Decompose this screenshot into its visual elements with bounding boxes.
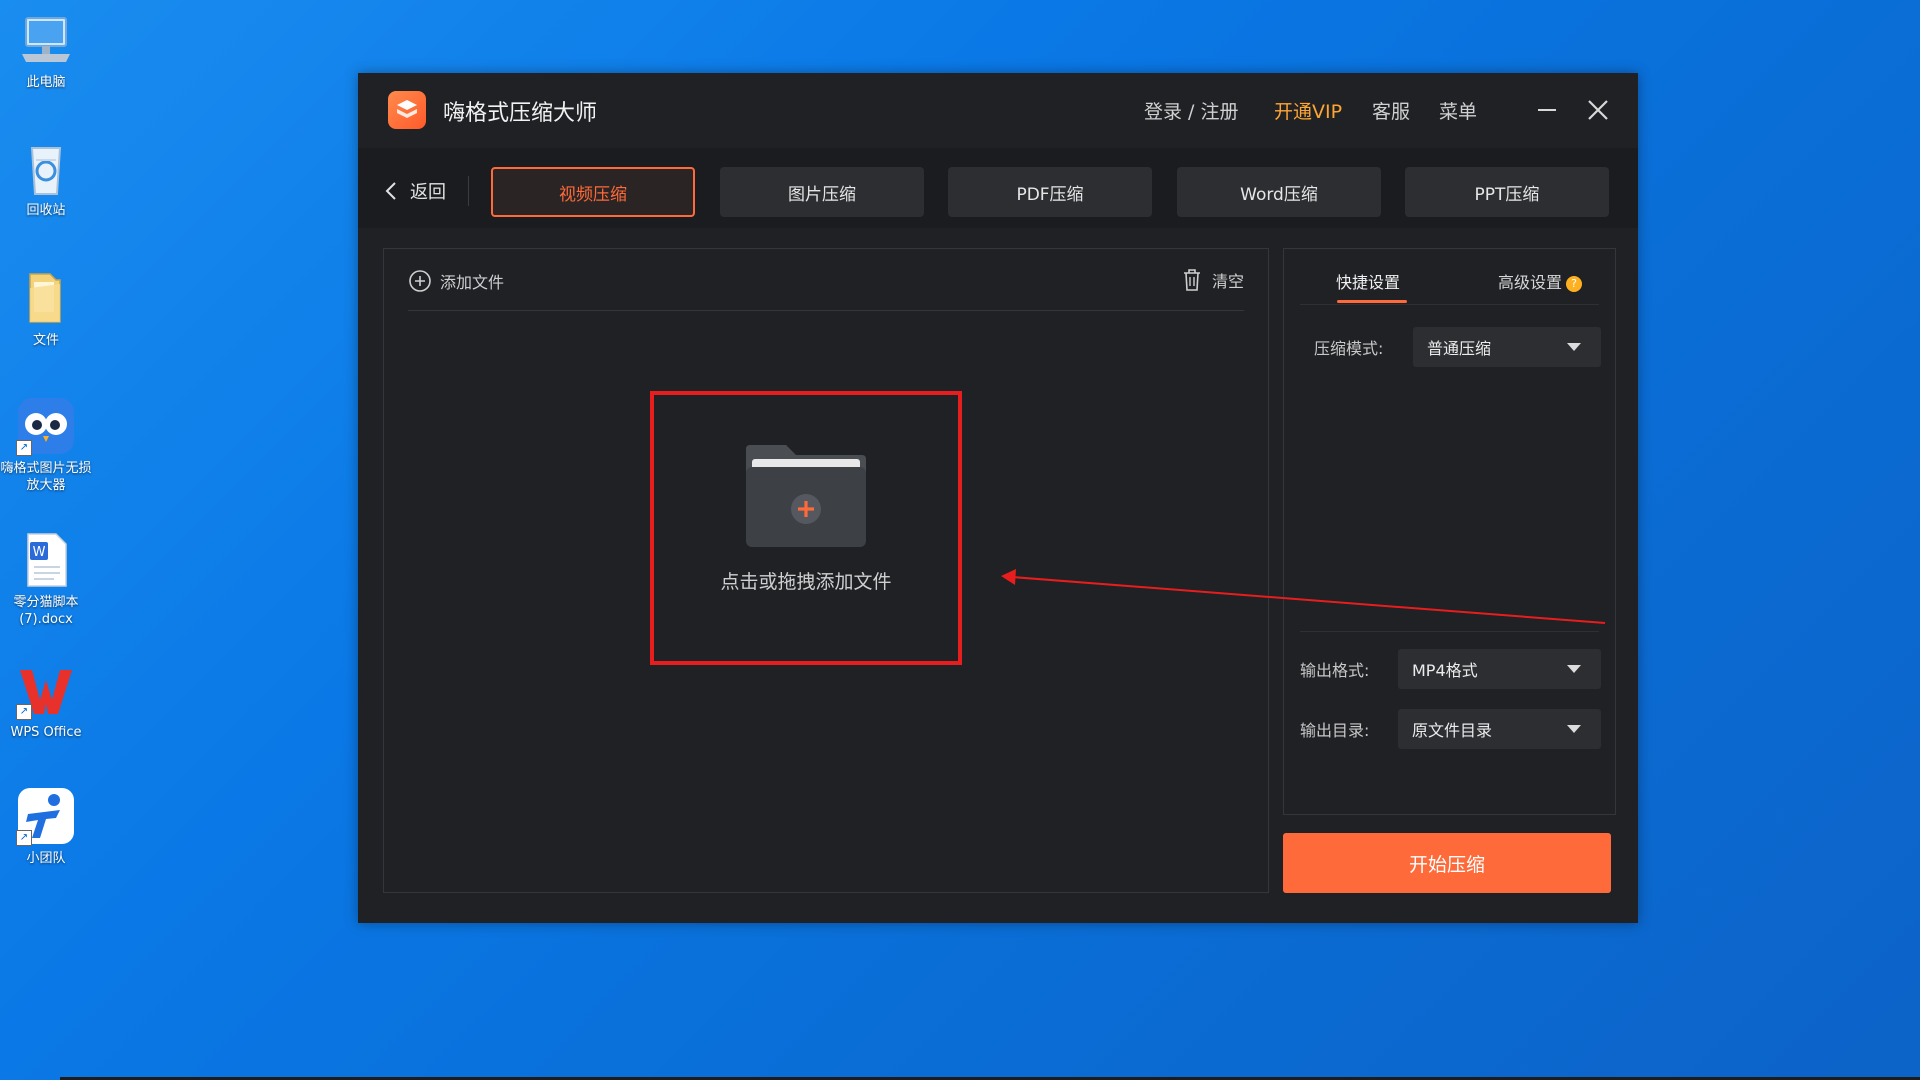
tab-video-compress[interactable]: 视频压缩 bbox=[491, 167, 695, 217]
computer-icon bbox=[16, 10, 76, 70]
back-label: 返回 bbox=[410, 182, 446, 203]
clear-button[interactable]: 清空 bbox=[1180, 267, 1244, 293]
app-logo-icon bbox=[388, 91, 426, 129]
active-tab-indicator bbox=[1337, 300, 1407, 303]
chevron-left-icon bbox=[385, 182, 396, 200]
chevron-down-icon bbox=[1567, 343, 1581, 351]
desktop-icon-label: 零分猫脚本(7).docx bbox=[13, 595, 79, 627]
recycle-bin-icon bbox=[16, 138, 76, 198]
divider bbox=[468, 176, 469, 206]
output-dir-value: 原文件目录 bbox=[1412, 721, 1493, 740]
desktop-icon-computer[interactable]: 此电脑 bbox=[0, 10, 92, 91]
close-icon bbox=[1588, 100, 1608, 120]
shortcut-arrow-icon: ↗ bbox=[16, 704, 32, 720]
drop-zone-text: 点击或拖拽添加文件 bbox=[720, 571, 892, 593]
owl-app-icon: ↗ bbox=[16, 396, 76, 456]
open-vip-link[interactable]: 开通VIP bbox=[1274, 97, 1342, 124]
add-file-label: 添加文件 bbox=[440, 273, 505, 292]
app-title: 嗨格式压缩大师 bbox=[443, 101, 598, 126]
clear-label: 清空 bbox=[1211, 272, 1244, 291]
help-icon[interactable]: ? bbox=[1566, 276, 1583, 292]
menu-link[interactable]: 菜单 bbox=[1439, 97, 1477, 124]
shortcut-arrow-icon: ↗ bbox=[16, 830, 32, 846]
add-circle-icon bbox=[409, 270, 431, 292]
divider bbox=[408, 310, 1244, 311]
minimize-button[interactable] bbox=[1532, 95, 1562, 125]
output-dir-label: 输出目录: bbox=[1300, 721, 1370, 740]
add-file-button[interactable]: 添加文件 bbox=[408, 269, 504, 293]
output-format-label: 输出格式: bbox=[1300, 661, 1370, 680]
desktop-icon-owl-app[interactable]: ↗ 嗨格式图片无损放大器 bbox=[0, 396, 92, 494]
compress-mode-value: 普通压缩 bbox=[1427, 339, 1492, 358]
desktop-icon-wps[interactable]: ↗ WPS Office bbox=[0, 660, 92, 741]
tab-image-compress[interactable]: 图片压缩 bbox=[720, 167, 924, 217]
desktop-icon-label: WPS Office bbox=[10, 725, 82, 740]
login-register-link[interactable]: 登录 / 注册 bbox=[1144, 97, 1238, 124]
tab-word-compress[interactable]: Word压缩 bbox=[1177, 167, 1381, 217]
folder-icon bbox=[16, 268, 76, 328]
back-button[interactable]: 返回 bbox=[382, 176, 446, 206]
desktop-icon-team-app[interactable]: ↗ 小团队 bbox=[0, 786, 92, 867]
wps-icon: ↗ bbox=[16, 660, 76, 720]
word-doc-icon: W bbox=[16, 530, 76, 590]
chevron-down-icon bbox=[1567, 665, 1581, 673]
output-format-select[interactable]: MP4格式 bbox=[1398, 649, 1601, 689]
team-app-icon: ↗ bbox=[16, 786, 76, 846]
desktop-icon-word-doc[interactable]: W 零分猫脚本(7).docx bbox=[0, 530, 92, 628]
folder-add-icon bbox=[742, 443, 870, 549]
desktop-icon-label: 嗨格式图片无损放大器 bbox=[0, 461, 92, 493]
settings-panel: 快捷设置 高级设置? 压缩模式: 普通压缩 输出格式: MP4格式 输出目录: … bbox=[1283, 248, 1616, 815]
tab-quick-settings[interactable]: 快捷设置 bbox=[1336, 269, 1400, 293]
tab-advanced-settings[interactable]: 高级设置? bbox=[1498, 269, 1583, 293]
tab-ppt-compress[interactable]: PPT压缩 bbox=[1405, 167, 1609, 217]
desktop-icon-label: 文件 bbox=[32, 333, 59, 348]
chevron-down-icon bbox=[1567, 725, 1581, 733]
svg-text:W: W bbox=[33, 545, 46, 560]
output-format-value: MP4格式 bbox=[1412, 661, 1478, 680]
minimize-icon bbox=[1538, 109, 1556, 111]
customer-service-link[interactable]: 客服 bbox=[1372, 97, 1410, 124]
trash-icon bbox=[1183, 269, 1200, 291]
desktop-icon-recycle-bin[interactable]: 回收站 bbox=[0, 138, 92, 219]
divider bbox=[1300, 304, 1599, 305]
app-window: 嗨格式压缩大师 登录 / 注册 开通VIP 客服 菜单 返回 视频压缩 图片压缩… bbox=[358, 73, 1638, 923]
divider bbox=[1300, 631, 1599, 632]
drop-zone[interactable]: 点击或拖拽添加文件 bbox=[650, 391, 962, 665]
advanced-settings-label: 高级设置 bbox=[1498, 273, 1563, 292]
start-compress-button[interactable]: 开始压缩 bbox=[1283, 833, 1611, 893]
desktop-icon-label: 小团队 bbox=[26, 851, 66, 866]
close-button[interactable] bbox=[1583, 95, 1613, 125]
compress-mode-select[interactable]: 普通压缩 bbox=[1413, 327, 1601, 367]
title-bar: 嗨格式压缩大师 登录 / 注册 开通VIP 客服 菜单 bbox=[358, 73, 1638, 148]
desktop-icon-folder[interactable]: 文件 bbox=[0, 268, 92, 349]
shortcut-arrow-icon: ↗ bbox=[16, 440, 32, 456]
output-dir-select[interactable]: 原文件目录 bbox=[1398, 709, 1601, 749]
tab-pdf-compress[interactable]: PDF压缩 bbox=[948, 167, 1152, 217]
desktop-icon-label: 回收站 bbox=[26, 203, 66, 218]
desktop-icon-label: 此电脑 bbox=[26, 75, 66, 90]
compress-mode-label: 压缩模式: bbox=[1314, 339, 1384, 358]
